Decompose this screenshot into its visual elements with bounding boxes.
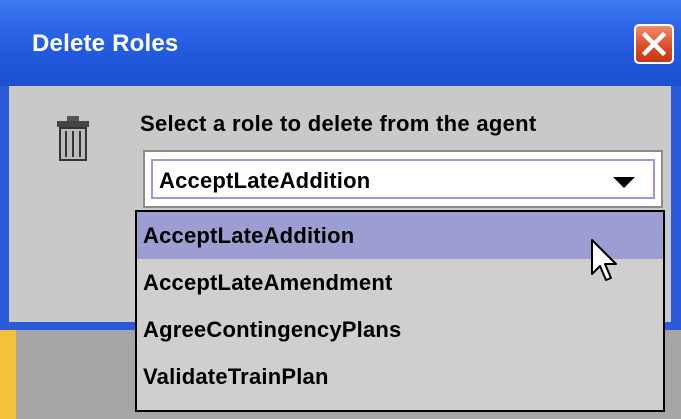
mouse-cursor-icon bbox=[591, 239, 617, 281]
chevron-down-icon[interactable] bbox=[613, 177, 635, 188]
role-combobox[interactable]: AcceptLateAddition bbox=[143, 150, 663, 208]
role-dropdown-list: AcceptLateAddition AcceptLateAmendment A… bbox=[135, 210, 665, 412]
dropdown-item[interactable]: AcceptLateAmendment bbox=[137, 259, 663, 306]
combobox-value: AcceptLateAddition bbox=[159, 168, 371, 193]
close-icon bbox=[641, 31, 667, 57]
title-bar[interactable]: Delete Roles bbox=[0, 0, 681, 86]
close-button[interactable] bbox=[634, 24, 674, 64]
trash-icon bbox=[57, 116, 89, 161]
desktop-background-left bbox=[0, 330, 16, 419]
dialog-title: Delete Roles bbox=[32, 30, 179, 57]
prompt-label: Select a role to delete from the agent bbox=[140, 111, 537, 136]
dropdown-item[interactable]: AcceptLateAddition bbox=[137, 212, 663, 259]
dropdown-item[interactable]: ValidateTrainPlan bbox=[137, 353, 663, 400]
dropdown-item[interactable]: AgreeContingencyPlans bbox=[137, 306, 663, 353]
